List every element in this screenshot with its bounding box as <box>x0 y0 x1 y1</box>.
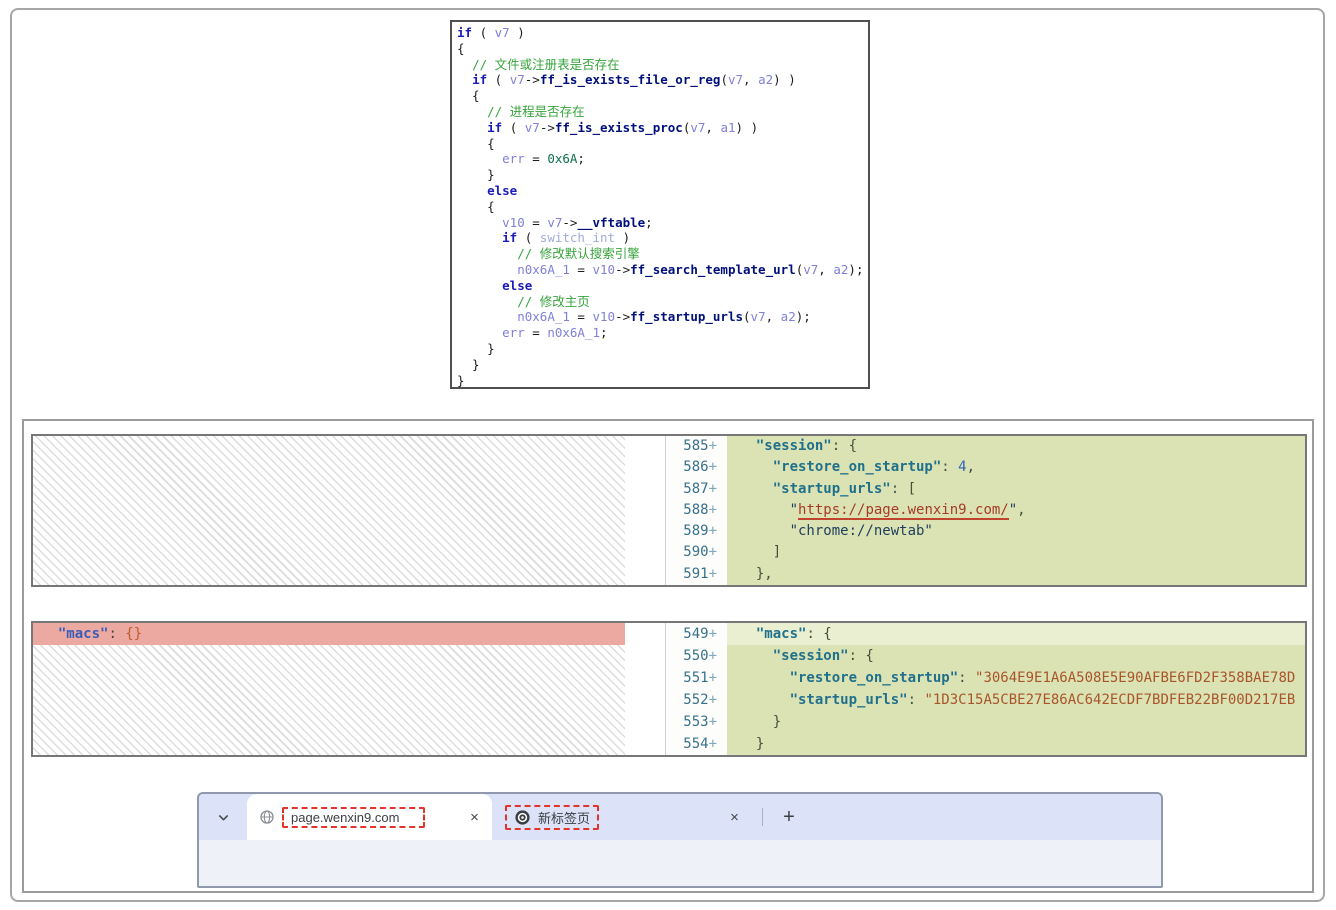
diff-pane-gap <box>625 436 665 585</box>
line-number-column: 585+586+587+588+589+590+591+ <box>665 436 727 585</box>
code-line: { <box>457 41 868 57</box>
diff-pane-gap <box>625 623 665 755</box>
code-line: // 修改默认搜索引擎 <box>457 246 868 262</box>
code-line: // 文件或注册表是否存在 <box>457 57 868 73</box>
code-line: err = 0x6A; <box>457 151 868 167</box>
diff-line: "session": { <box>727 436 1305 457</box>
globe-icon <box>259 809 275 825</box>
diff-line: } <box>727 711 1305 733</box>
tab-label: 新标签页 <box>538 808 590 827</box>
code-line: { <box>457 199 868 215</box>
annotation-dashed-box: 新标签页 <box>505 805 599 830</box>
code-line: } <box>457 373 868 389</box>
diff-left-pane <box>33 436 625 585</box>
diff-line: "macs": { <box>727 623 1305 645</box>
diff-line: "startup_urls": "1D3C15A5CBE27E86AC642EC… <box>727 689 1305 711</box>
diff-line: } <box>727 733 1305 755</box>
line-number: 549+ <box>666 623 717 645</box>
diff-line: "restore_on_startup": "3064E9E1A6A508E5E… <box>727 667 1305 689</box>
diff-line: ] <box>727 542 1305 563</box>
tab-page-wenxin9[interactable]: page.wenxin9.com × <box>247 794 492 840</box>
code-line: { <box>457 136 868 152</box>
line-number: 587+ <box>666 479 717 500</box>
evidence-container: 585+586+587+588+589+590+591+ "session": … <box>22 419 1314 893</box>
chevron-down-icon <box>216 810 231 825</box>
code-line: else <box>457 278 868 294</box>
line-number: 550+ <box>666 645 717 667</box>
tab-new-tab-page[interactable]: 新标签页 × <box>499 794 752 840</box>
diff-line: "https://page.wenxin9.com/", <box>727 500 1305 521</box>
code-line: // 进程是否存在 <box>457 104 868 120</box>
diff-block-macs: "macs": {} 549+550+551+552+553+554+ "mac… <box>31 621 1307 757</box>
code-line: if ( v7 ) <box>457 25 868 41</box>
line-number: 552+ <box>666 689 717 711</box>
code-line: if ( switch_int ) <box>457 230 868 246</box>
diff-added-pane: "macs": { "session": { "restore_on_start… <box>727 623 1305 755</box>
code-line: err = n0x6A_1; <box>457 325 868 341</box>
diff-line: }, <box>727 564 1305 585</box>
deleted-line: "macs": {} <box>33 623 625 645</box>
code-line: if ( v7->ff_is_exists_file_or_reg(v7, a2… <box>457 72 868 88</box>
line-number: 554+ <box>666 733 717 755</box>
code-line: else <box>457 183 868 199</box>
tab-close-button[interactable]: × <box>465 808 484 827</box>
code-line: } <box>457 341 868 357</box>
decompiler-panel: if ( v7 ){ // 文件或注册表是否存在 if ( v7->ff_is_… <box>450 20 870 389</box>
line-number: 588+ <box>666 500 717 521</box>
line-number: 585+ <box>666 436 717 457</box>
code-line: n0x6A_1 = v10->ff_startup_urls(v7, a2); <box>457 309 868 325</box>
code-line: } <box>457 357 868 373</box>
line-number-column: 549+550+551+552+553+554+ <box>665 623 727 755</box>
code-line: n0x6A_1 = v10->ff_search_template_url(v7… <box>457 262 868 278</box>
line-number: 551+ <box>666 667 717 689</box>
diff-line: "startup_urls": [ <box>727 479 1305 500</box>
browser-toolbar: ← → page.wenxin9.com <box>199 840 1161 886</box>
diff-added-pane: "session": { "restore_on_startup": 4, "s… <box>727 436 1305 585</box>
empty-placeholder-region <box>33 436 625 585</box>
code-line: { <box>457 88 868 104</box>
code-line: } <box>457 167 868 183</box>
code-line: v10 = v7->__vftable; <box>457 215 868 231</box>
annotation-dashed-box: page.wenxin9.com <box>282 807 425 828</box>
diff-line: "restore_on_startup": 4, <box>727 457 1305 478</box>
tab-label: page.wenxin9.com <box>291 810 399 825</box>
newtab-favicon-icon <box>514 809 531 826</box>
tab-strip: page.wenxin9.com × 新标签页 × + <box>199 794 1161 840</box>
code-line: // 修改主页 <box>457 294 868 310</box>
code-line: if ( v7->ff_is_exists_proc(v7, a1) ) <box>457 120 868 136</box>
browser-window: page.wenxin9.com × 新标签页 × + ← → <box>197 792 1163 888</box>
diff-line: "session": { <box>727 645 1305 667</box>
tab-search-button[interactable] <box>209 803 237 831</box>
decompiler-code: if ( v7 ){ // 文件或注册表是否存在 if ( v7->ff_is_… <box>457 25 868 388</box>
tab-divider <box>762 808 763 826</box>
tab-close-button[interactable]: × <box>725 808 744 827</box>
diff-block-session: 585+586+587+588+589+590+591+ "session": … <box>31 434 1307 587</box>
line-number: 586+ <box>666 457 717 478</box>
line-number: 589+ <box>666 521 717 542</box>
empty-placeholder-region <box>33 645 625 755</box>
new-tab-button[interactable]: + <box>775 803 803 831</box>
line-number: 553+ <box>666 711 717 733</box>
diff-left-pane: "macs": {} <box>33 623 625 755</box>
diff-line: "chrome://newtab" <box>727 521 1305 542</box>
line-number: 590+ <box>666 542 717 563</box>
line-number: 591+ <box>666 564 717 585</box>
